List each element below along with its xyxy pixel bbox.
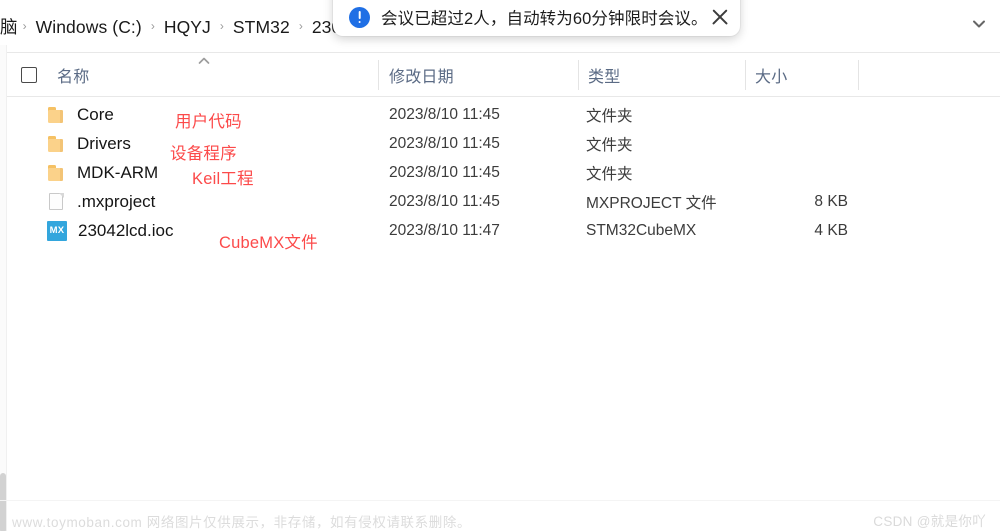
- column-header-name-label: 名称: [57, 68, 90, 86]
- file-size-cell: 4 KB: [814, 221, 848, 239]
- red-annotation: Keil工程: [192, 170, 254, 188]
- file-date-cell: 2023/8/10 11:45: [389, 192, 500, 210]
- file-row[interactable]: Drivers 2023/8/10 11:45 文件夹: [0, 129, 1000, 158]
- column-divider[interactable]: [858, 60, 859, 90]
- column-header-row: 名称 修改日期 类型 大小: [0, 52, 1000, 97]
- red-annotation: 用户代码: [175, 113, 242, 131]
- file-name-label: .mxproject: [77, 191, 156, 211]
- file-name-label: MDK-ARM: [77, 162, 159, 182]
- column-divider[interactable]: [745, 60, 746, 90]
- footer-divider: [0, 500, 1000, 501]
- folder-icon: [47, 163, 66, 182]
- column-header-size-label: 大小: [755, 68, 788, 86]
- caret-up-icon: [197, 52, 211, 64]
- column-header-type-label: 类型: [588, 68, 621, 86]
- file-row[interactable]: Core 2023/8/10 11:45 文件夹: [0, 100, 1000, 129]
- author-watermark: CSDN @就是你吖: [873, 514, 986, 529]
- file-name-label: Core: [77, 104, 114, 124]
- breadcrumb-separator-icon[interactable]: ›: [296, 15, 306, 37]
- file-size-cell: [753, 100, 848, 129]
- red-annotation: CubeMX文件: [219, 234, 318, 252]
- file-type-cell: 文件夹: [586, 136, 633, 154]
- file-name-label: 23042lcd.ioc: [78, 220, 174, 240]
- select-all-checkbox[interactable]: [21, 67, 37, 83]
- file-name-label: Drivers: [77, 133, 131, 153]
- column-divider[interactable]: [378, 60, 379, 90]
- column-header-date[interactable]: 修改日期: [389, 53, 454, 96]
- folder-icon: [47, 134, 66, 153]
- site-watermark: www.toymoban.com 网络图片仅供展示，非存储，如有侵权请联系删除。: [12, 515, 472, 530]
- column-header-size[interactable]: 大小: [755, 53, 787, 96]
- file-name-cell[interactable]: .mxproject: [0, 187, 155, 216]
- file-name-cell[interactable]: MX 23042lcd.ioc: [0, 216, 173, 245]
- breadcrumb-item[interactable]: STM32: [227, 16, 296, 38]
- breadcrumb-item[interactable]: 脑: [0, 16, 20, 38]
- breadcrumb-separator-icon[interactable]: ›: [217, 15, 227, 37]
- file-explorer-window: 脑›Windows (C:)›HQYJ›STM32›23042lcd› 会议已超…: [0, 0, 1000, 531]
- info-circle-icon: [349, 6, 370, 28]
- breadcrumb-separator-icon[interactable]: ›: [148, 15, 158, 37]
- file-row[interactable]: .mxproject 2023/8/10 11:45 MXPROJECT 文件 8 K…: [0, 187, 1000, 216]
- file-type-cell: 文件夹: [586, 165, 633, 183]
- mx-icon: MX: [47, 220, 67, 241]
- file-row[interactable]: MX 23042lcd.ioc 2023/8/10 11:47 STM32CubeMX…: [0, 216, 1000, 245]
- file-size-cell: [753, 129, 848, 158]
- column-header-name[interactable]: 名称: [57, 53, 89, 96]
- column-divider[interactable]: [578, 60, 579, 90]
- file-date-cell: 2023/8/10 11:45: [389, 163, 500, 181]
- file-name-cell[interactable]: Core: [0, 100, 114, 129]
- panel-divider: [6, 45, 7, 531]
- breadcrumb-item[interactable]: Windows (C:): [30, 16, 148, 38]
- file-type-cell: 文件夹: [586, 107, 633, 125]
- chevron-down-icon[interactable]: [972, 19, 986, 29]
- breadcrumb-item[interactable]: HQYJ: [158, 16, 217, 38]
- column-header-date-label: 修改日期: [389, 68, 454, 86]
- file-name-cell[interactable]: Drivers: [0, 129, 131, 158]
- file-row[interactable]: MDK-ARM 2023/8/10 11:45 文件夹: [0, 158, 1000, 187]
- file-icon: [47, 192, 66, 211]
- file-date-cell: 2023/8/10 11:45: [389, 105, 500, 123]
- close-icon[interactable]: [708, 5, 732, 29]
- notification-message: 会议已超过2人，自动转为60分钟限时会议。: [381, 10, 708, 28]
- file-list: Core 2023/8/10 11:45 文件夹 Drivers 2023/8/10 1…: [0, 100, 1000, 245]
- file-size-cell: [753, 158, 848, 187]
- file-date-cell: 2023/8/10 11:47: [389, 221, 500, 239]
- red-annotation: 设备程序: [170, 145, 237, 163]
- file-type-cell: MXPROJECT 文件: [586, 194, 717, 212]
- breadcrumb-separator-icon[interactable]: ›: [20, 15, 30, 37]
- folder-icon: [47, 105, 66, 124]
- file-type-cell: STM32CubeMX: [586, 221, 697, 239]
- file-name-cell[interactable]: MDK-ARM: [0, 158, 158, 187]
- file-date-cell: 2023/8/10 11:45: [389, 134, 500, 152]
- meeting-notification-toast: 会议已超过2人，自动转为60分钟限时会议。: [333, 0, 740, 36]
- file-size-cell: 8 KB: [814, 192, 848, 210]
- column-header-type[interactable]: 类型: [588, 53, 620, 96]
